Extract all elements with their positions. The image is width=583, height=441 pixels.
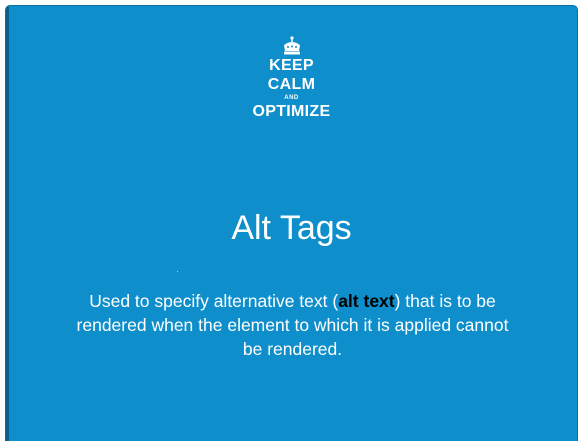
- slide-body-text: Used to specify alternative text (alt te…: [66, 289, 519, 361]
- stray-dot: [177, 271, 178, 272]
- logo-keep: KEEP: [269, 57, 314, 74]
- body-text-part1: Used to specify alternative text (: [89, 291, 339, 311]
- logo-calm: CALM: [267, 76, 316, 93]
- body-text-highlight: alt text: [338, 291, 395, 311]
- logo-and: AND: [284, 95, 299, 101]
- slide-title: Alt Tags: [231, 209, 352, 247]
- screenshot-frame: KEEP CALM AND OPTIMIZE Alt Tags Used to …: [0, 0, 583, 441]
- logo-optimize: OPTIMIZE: [252, 103, 331, 120]
- keep-calm-logo: KEEP CALM AND OPTIMIZE: [6, 36, 577, 121]
- crown-icon: [283, 36, 300, 55]
- presentation-slide: KEEP CALM AND OPTIMIZE Alt Tags Used to …: [5, 5, 578, 441]
